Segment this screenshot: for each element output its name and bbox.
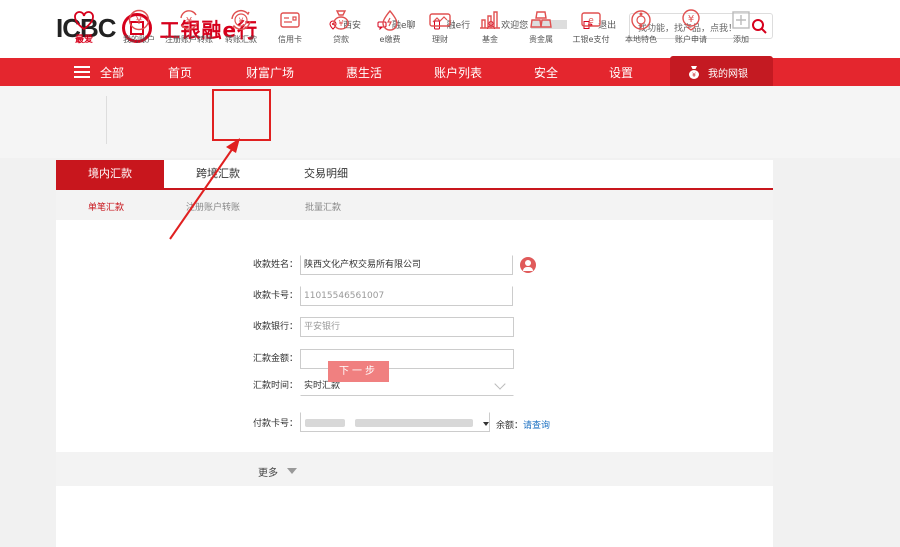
svg-text:¥: ¥ [136,14,143,27]
more-options-bar[interactable]: 更多 [56,452,773,486]
yuan-coin-icon: ¥ [128,9,150,31]
divider [106,96,107,144]
subtab-single[interactable]: 单笔汇款 [88,200,124,213]
balance-query-link[interactable]: 请查询 [523,421,550,431]
quick-item-label: e缴费 [379,35,401,44]
quick-item-account-apply[interactable]: ¥ 账户申请 [665,8,717,45]
quick-item-add[interactable]: 添加 [715,8,767,45]
dropdown-arrow-icon[interactable] [483,422,489,426]
next-step-button[interactable]: 下一步 [328,361,389,382]
plus-icon [732,11,750,29]
quick-item-favorites[interactable]: 最爱 [58,8,110,45]
quick-item-label: 我的账户 [123,35,155,44]
quick-item-my-account[interactable]: ¥ 我的账户 [113,8,165,45]
yuan-transfer-icon: ¥ [180,10,198,30]
amount-row: 汇款金额： [56,349,773,373]
masked-card-number [355,419,473,427]
tab-cross-border[interactable]: 跨境汇款 [164,160,272,188]
quick-item-label: 贵金属 [529,35,553,44]
quick-item-label: 信用卡 [278,35,302,44]
my-netbank-label: 我的网银 [708,69,748,80]
my-netbank-button[interactable]: ¥ 我的网银 [670,56,773,88]
epay-icon: e [581,12,601,27]
quick-item-fund[interactable]: 基金 [464,8,516,45]
svg-text:¥: ¥ [692,72,696,79]
drop-icon [382,9,398,31]
heart-icon [74,11,94,31]
payee-name-label: 收款姓名： [252,260,298,270]
nav-item-security[interactable]: 安全 [534,64,558,81]
payee-card-label: 收款卡号： [252,291,298,301]
balance-label: 余额： [496,421,524,431]
card-icon [280,12,300,28]
quick-item-label: 账户申请 [675,35,707,44]
tab-transaction-detail[interactable]: 交易明细 [272,160,380,188]
transfer-panel: 境内汇款 跨境汇款 交易明细 单笔汇款 注册账户转账 批量汇款 收款姓名： 陕西… [56,160,773,547]
quick-item-loan[interactable]: ¥ 贷款 [315,8,367,45]
menu-icon[interactable] [74,66,90,78]
quick-item-transfer-remit[interactable]: ¥ 转账汇款 [215,8,267,45]
payee-name-input[interactable]: 陕西文化产权交易所有限公司 [300,255,513,275]
yuan-exchange-icon: ¥ [231,9,251,31]
payee-card-row: 收款卡号： 11015546561007 [56,286,773,310]
quick-item-icbc-epay[interactable]: e 工银e支付 [565,8,617,45]
svg-text:e: e [588,16,594,26]
subtab-bar: 单笔汇款 注册账户转账 批量汇款 [56,190,773,220]
payee-bank-label: 收款银行： [252,322,298,332]
subtab-registered[interactable]: 注册账户转账 [186,200,240,213]
pay-card-row: 付款卡号： 余额：请查询 [56,412,773,436]
tab-domestic-remit[interactable]: 境内汇款 [56,160,164,188]
pay-card-label: 付款卡号： [252,419,298,429]
chart-box-icon [429,13,451,27]
payee-card-input[interactable]: 11015546561007 [300,286,513,306]
tab-bar: 境内汇款 跨境汇款 交易明细 [56,160,773,190]
svg-text:¥: ¥ [238,17,243,26]
nav-item-life[interactable]: 惠生活 [346,64,382,81]
quick-item-finance[interactable]: 理财 [414,8,466,45]
quick-item-label: 理财 [432,35,448,44]
quick-item-precious-metal[interactable]: 贵金属 [515,8,567,45]
money-bag-icon: ¥ [689,66,699,79]
quick-item-label: 贷款 [333,35,349,44]
quick-item-label: 注册账户转账 [165,35,213,44]
quick-item-label: 本地特色 [625,35,657,44]
payee-bank-row: 收款银行： 平安银行 [56,317,773,341]
gold-bars-icon [530,11,552,28]
quick-item-label: 转账汇款 [225,35,257,44]
svg-text:¥: ¥ [338,19,343,28]
quick-item-epay-bills[interactable]: e缴费 [364,8,416,45]
nav-item-wealth[interactable]: 财富广场 [246,64,294,81]
time-label: 汇款时间： [252,381,298,391]
masked-card-number [305,419,345,427]
nav-item-settings[interactable]: 设置 [609,64,633,81]
quick-item-local[interactable]: 本地特色 [615,8,667,45]
nav-item-home[interactable]: 首页 [168,64,192,81]
bar-chart-icon [480,11,500,29]
quick-functions [0,86,900,158]
nav-item-all[interactable]: 全部 [100,64,124,81]
quick-item-label: 最爱 [74,35,93,45]
subtab-batch[interactable]: 批量汇款 [305,200,341,213]
more-label: 更多 [258,468,278,479]
caret-down-icon [287,468,297,474]
payee-bank-input[interactable]: 平安银行 [300,317,514,337]
quick-item-registered-transfer[interactable]: ¥ 注册账户转账 [163,8,215,45]
pay-card-select[interactable] [300,412,490,432]
quick-item-label: 基金 [482,35,498,44]
quick-item-label: 工银e支付 [572,35,610,44]
quick-item-label: 添加 [733,35,749,44]
svg-text:¥: ¥ [186,16,192,27]
quick-item-credit-card[interactable]: 信用卡 [264,8,316,45]
nav-item-accounts[interactable]: 账户列表 [434,64,482,81]
contacts-icon[interactable] [520,257,536,273]
time-row: 汇款时间： 实时汇款 [56,376,773,400]
balance-info: 余额：请查询 [496,418,550,431]
yuan-apply-icon: ¥ [682,9,700,31]
local-icon [631,10,651,30]
payee-name-row: 收款姓名： 陕西文化产权交易所有限公司 [56,255,773,279]
amount-label: 汇款金额： [252,354,298,364]
money-bag-icon: ¥ [333,10,349,30]
svg-text:¥: ¥ [688,14,694,25]
highlight-box [212,89,271,141]
